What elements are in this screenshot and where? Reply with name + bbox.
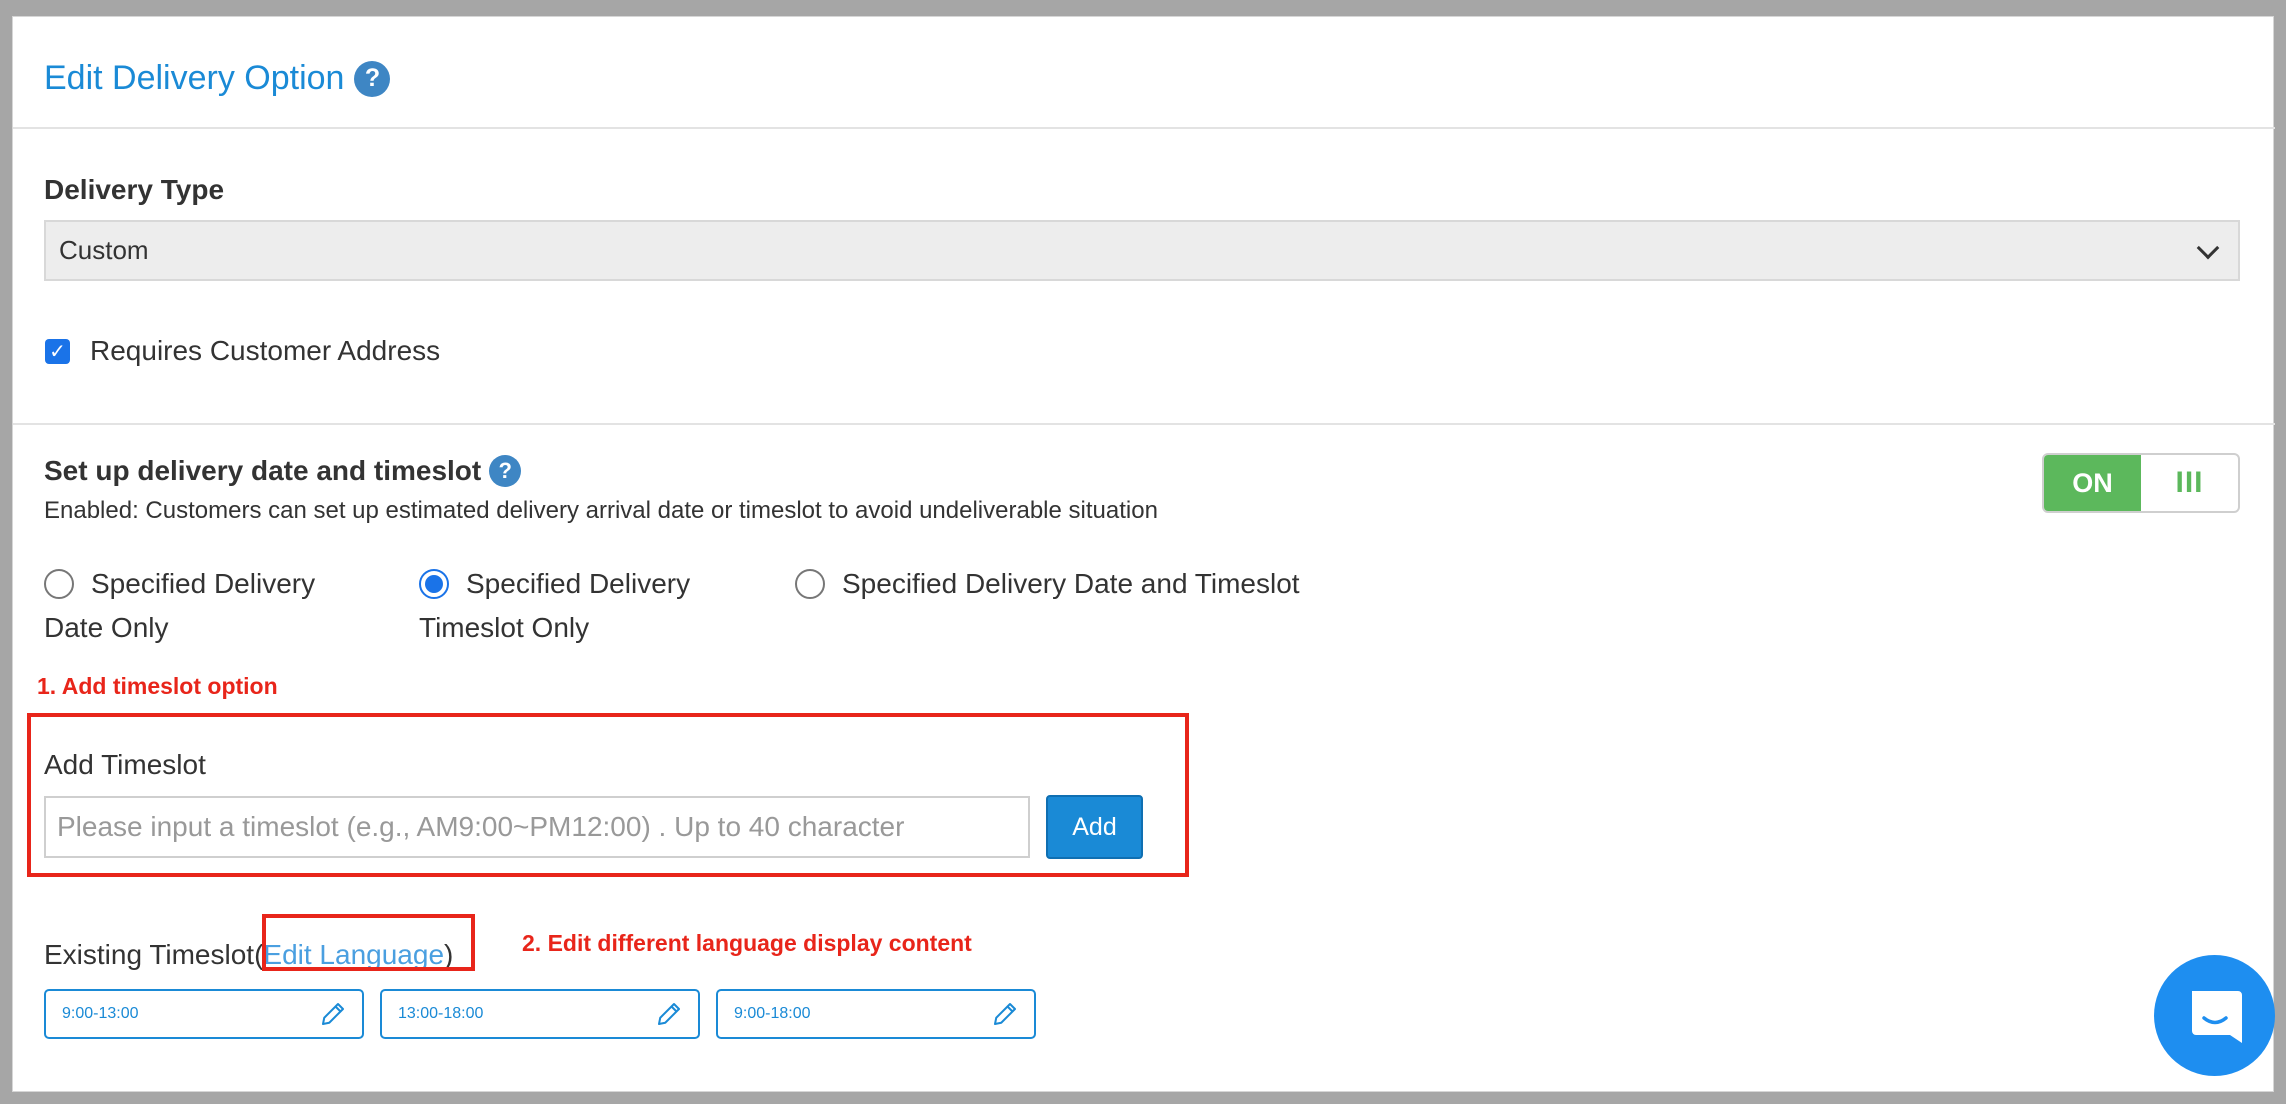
delivery-type-value: Custom <box>59 235 149 265</box>
timeslot-setup-title-row: Set up delivery date and timeslot ? <box>44 455 522 487</box>
chevron-down-icon <box>2196 236 2220 260</box>
timeslot-setup-title: Set up delivery date and timeslot <box>44 455 482 486</box>
toggle-handle-icon: III <box>2175 466 2204 499</box>
annotation-box-edit-language <box>262 914 475 971</box>
chat-launcher-button[interactable] <box>2154 955 2275 1076</box>
radio-date-only-label-2[interactable]: Date Only <box>44 606 169 650</box>
timeslot-input-placeholder: Please input a timeslot (e.g., AM9:00~PM… <box>57 811 905 842</box>
timeslot-chip[interactable]: 9:00-18:00 <box>716 989 1036 1039</box>
timeslot-chip[interactable]: 13:00-18:00 <box>380 989 700 1039</box>
page-title-row: Edit Delivery Option ? <box>44 59 391 98</box>
pencil-icon[interactable] <box>990 999 1020 1029</box>
timeslot-chip[interactable]: 9:00-13:00 <box>44 989 364 1039</box>
annotation-step1: 1. Add timeslot option <box>37 673 278 699</box>
radio-timeslot-only-label-1[interactable]: Specified Delivery <box>466 562 690 606</box>
question-circle-icon[interactable]: ? <box>354 60 391 97</box>
pencil-icon[interactable] <box>318 999 348 1029</box>
radio-date-and-timeslot-label[interactable]: Specified Delivery Date and Timeslot <box>842 562 1300 606</box>
timeslot-chip-label: 9:00-13:00 <box>62 1005 139 1022</box>
add-timeslot-button[interactable]: Add <box>1046 795 1143 859</box>
delivery-type-select[interactable]: Custom <box>44 220 2240 281</box>
header-divider <box>13 127 2275 129</box>
timeslot-toggle[interactable]: ON III <box>2042 453 2240 513</box>
pencil-icon[interactable] <box>654 999 684 1029</box>
timeslot-input[interactable]: Please input a timeslot (e.g., AM9:00~PM… <box>44 796 1030 858</box>
chat-icon <box>2191 990 2242 1043</box>
edit-delivery-panel: Edit Delivery Option ? Delivery Type Cus… <box>12 16 2275 1092</box>
delivery-type-label: Delivery Type <box>44 174 225 205</box>
requires-address-label: Requires Customer Address <box>90 335 441 366</box>
requires-address-checkbox[interactable]: ✓ <box>45 339 70 364</box>
page-title: Edit Delivery Option <box>44 59 345 97</box>
section-divider <box>13 423 2275 425</box>
question-circle-icon[interactable]: ? <box>489 455 522 487</box>
timeslot-chip-label: 9:00-18:00 <box>734 1005 811 1022</box>
add-timeslot-label: Add Timeslot <box>44 749 206 780</box>
toggle-on-label: ON <box>2044 455 2141 511</box>
radio-timeslot-only[interactable] <box>419 569 449 599</box>
timeslot-chip-label: 13:00-18:00 <box>398 1005 484 1022</box>
radio-date-and-timeslot[interactable] <box>795 569 825 599</box>
radio-timeslot-only-label-2[interactable]: Timeslot Only <box>419 606 589 650</box>
radio-date-only-label-1[interactable]: Specified Delivery <box>91 562 315 606</box>
timeslot-setup-description: Enabled: Customers can set up estimated … <box>44 497 1158 524</box>
radio-date-only[interactable] <box>44 569 74 599</box>
annotation-step2: 2. Edit different language display conte… <box>522 930 972 956</box>
existing-timeslot-label: Existing Timeslot <box>44 939 255 970</box>
